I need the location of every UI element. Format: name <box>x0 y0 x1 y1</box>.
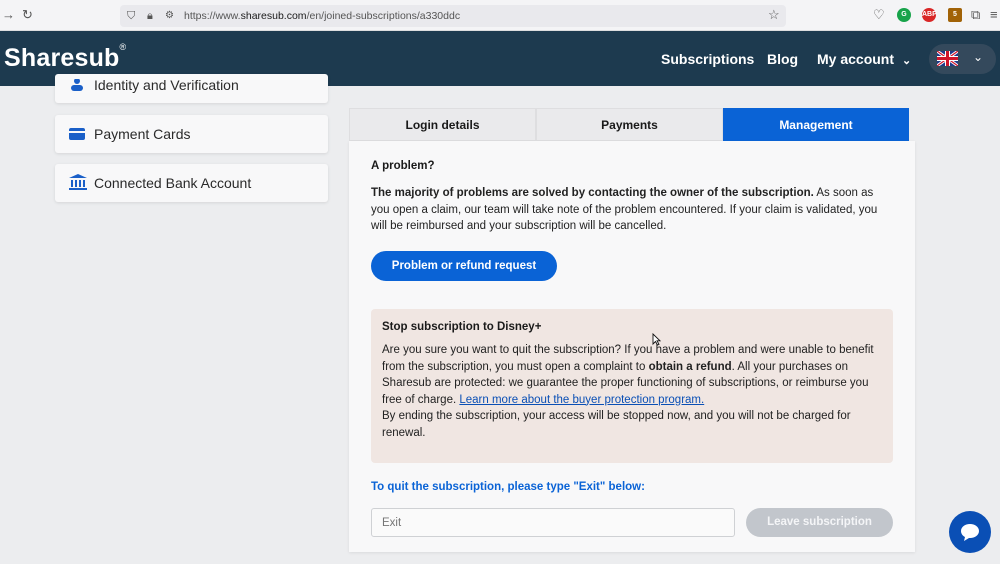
management-panel: A problem? The majority of problems are … <box>349 141 915 552</box>
nav-subscriptions[interactable]: Subscriptions <box>661 51 754 67</box>
forward-icon[interactable]: → <box>2 8 15 22</box>
shield-icon[interactable]: ⛉ <box>127 9 135 23</box>
uk-flag-icon <box>937 51 958 66</box>
menu-icon[interactable]: ≡ <box>990 8 998 22</box>
lock-icon[interactable]: 🔒︎ <box>147 9 153 23</box>
tab-login-details[interactable]: Login details <box>349 108 536 141</box>
address-bar[interactable]: ⛉ 🔒︎ ⚙ https://www.sharesub.com/en/joine… <box>120 5 786 27</box>
grammarly-icon[interactable]: G <box>897 8 911 22</box>
stop-subscription-title: Stop subscription to Disney+ <box>382 321 542 333</box>
sidebar-item-label: Connected Bank Account <box>94 175 252 191</box>
bookmark-star-icon[interactable]: ☆ <box>768 8 780 22</box>
permissions-icon[interactable]: ⚙ <box>165 9 174 23</box>
sidebar-item-payment-cards[interactable]: Payment Cards <box>55 115 328 153</box>
chevron-down-icon: ⌄ <box>902 55 912 67</box>
bank-icon <box>69 174 87 195</box>
sidebar-item-bank-account[interactable]: Connected Bank Account <box>55 164 328 202</box>
stop-subscription-text: Are you sure you want to quit the subscr… <box>382 344 874 439</box>
nav-blog[interactable]: Blog <box>767 51 798 67</box>
quit-instruction: To quit the subscription, please type "E… <box>371 481 645 493</box>
sidebar-item-identity[interactable]: Identity and Verification <box>55 74 328 103</box>
tab-management[interactable]: Management <box>723 108 909 141</box>
browser-toolbar: → ↻ ⛉ 🔒︎ ⚙ https://www.sharesub.com/en/j… <box>0 0 1000 31</box>
exit-confirmation-input[interactable] <box>371 508 735 537</box>
chat-support-button[interactable] <box>949 511 991 553</box>
tab-payments[interactable]: Payments <box>536 108 723 141</box>
reload-icon[interactable]: ↻ <box>22 8 33 22</box>
logo[interactable]: Sharesub® <box>4 42 126 73</box>
card-icon <box>69 127 85 145</box>
adblock-icon[interactable]: ABP <box>922 8 937 22</box>
language-selector[interactable]: ⌄ <box>929 44 996 74</box>
nav-my-account[interactable]: My account ⌄ <box>817 51 911 67</box>
chat-icon <box>961 524 979 541</box>
extension-icon[interactable]: 5 <box>948 8 962 22</box>
url-text: https://www.sharesub.com/en/joined-subsc… <box>184 10 461 22</box>
user-icon <box>69 78 85 96</box>
sidebar-item-label: Payment Cards <box>94 126 191 142</box>
extensions-puzzle-icon[interactable]: ⧉ <box>971 8 980 22</box>
leave-subscription-button[interactable]: Leave subscription <box>746 508 893 537</box>
problem-title: A problem? <box>371 160 435 172</box>
buyer-protection-link[interactable]: Learn more about the buyer protection pr… <box>459 394 704 406</box>
mouse-cursor-icon <box>652 333 661 346</box>
stop-subscription-notice: Stop subscription to Disney+ Are you sur… <box>371 309 893 463</box>
chevron-down-icon: ⌄ <box>973 50 984 64</box>
refund-request-button[interactable]: Problem or refund request <box>371 251 557 281</box>
problem-description: The majority of problems are solved by c… <box>371 187 878 232</box>
sidebar-item-label: Identity and Verification <box>94 77 239 93</box>
pocket-icon[interactable]: ♡ <box>873 8 885 22</box>
